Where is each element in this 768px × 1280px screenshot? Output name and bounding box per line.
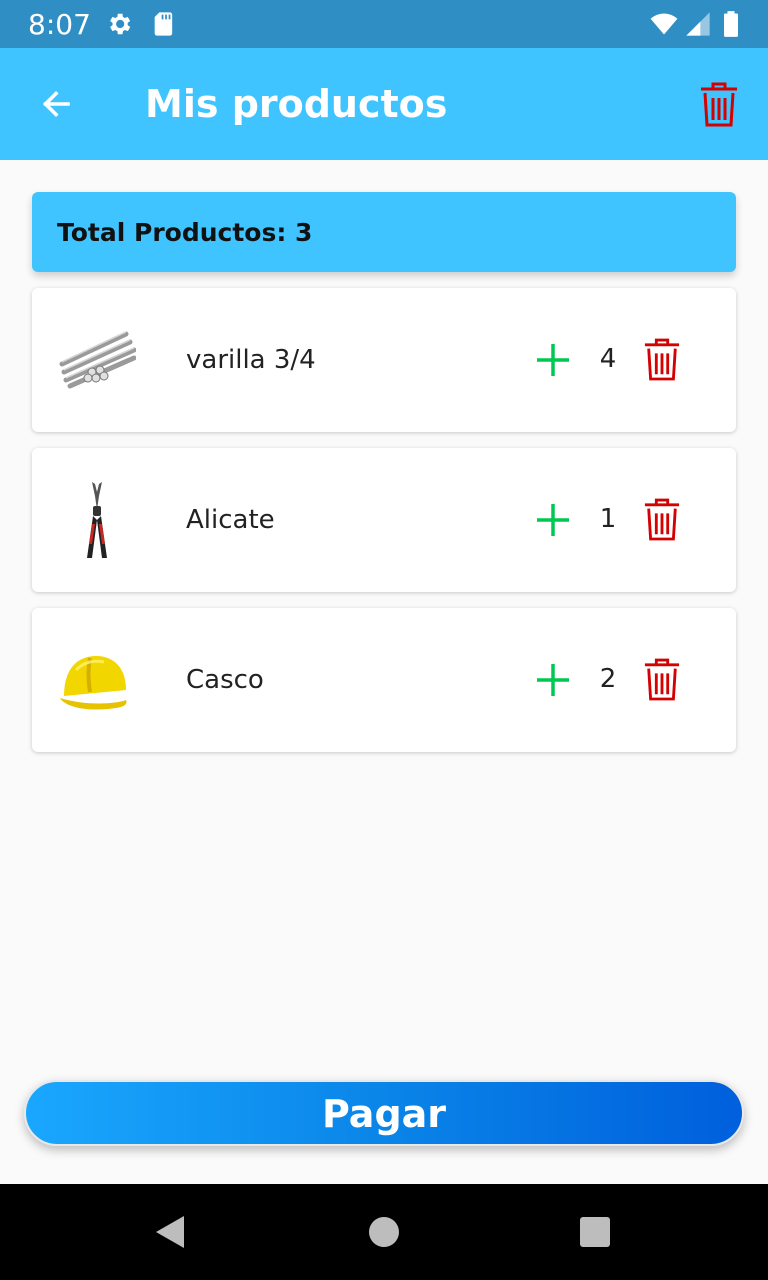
plus-icon [537,664,569,696]
plus-icon [537,344,569,376]
sd-card-icon [154,12,173,36]
trash-icon [644,498,680,541]
app-bar: Mis productos [0,48,768,160]
rebar-bundle-image [59,331,136,389]
add-quantity-button[interactable] [529,496,577,544]
product-quantity: 2 [599,664,617,694]
status-time: 8:07 [28,8,91,41]
trash-icon [644,338,680,381]
trash-icon [701,82,737,127]
hard-hat-image [60,656,127,710]
signal-icon [686,12,710,36]
delete-product-button[interactable] [638,654,686,706]
product-quantity: 4 [599,344,617,374]
product-name: Casco [186,665,264,695]
delete-product-button[interactable] [638,334,686,386]
add-quantity-button[interactable] [529,336,577,384]
home-circle-icon[interactable] [364,1212,404,1252]
product-name: varilla 3/4 [186,345,316,375]
delete-product-button[interactable] [638,494,686,546]
system-nav-bar [0,1184,768,1280]
product-card: varilla 3/4 4 [32,288,736,432]
product-card: Alicate 1 [32,448,736,592]
wifi-icon [650,13,678,35]
total-products-label: Total Productos: 3 [57,218,313,247]
total-products-card: Total Productos: 3 [32,192,736,272]
product-card: Casco 2 [32,608,736,752]
settings-icon [110,13,131,35]
delete-all-button[interactable] [692,78,746,132]
status-bar: 8:07 [0,0,768,48]
battery-icon [724,11,738,37]
arrow-back-icon [42,90,70,118]
recents-square-icon[interactable] [575,1212,615,1252]
add-quantity-button[interactable] [529,656,577,704]
pliers-image [87,482,107,558]
pay-button[interactable]: Pagar [24,1080,744,1146]
page-title: Mis productos [145,82,448,126]
product-name: Alicate [186,505,275,535]
back-triangle-icon[interactable] [150,1212,190,1252]
plus-icon [537,504,569,536]
trash-icon [644,658,680,701]
product-quantity: 1 [599,504,617,534]
back-button[interactable] [30,78,82,130]
